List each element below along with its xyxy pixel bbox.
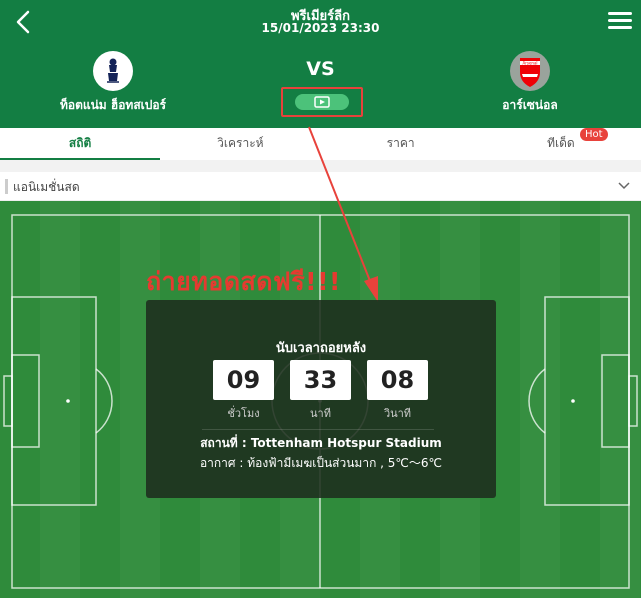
section-marker [5,179,8,194]
section-gap [0,160,641,172]
arsenal-logo-text: Arsenal [522,61,537,66]
match-datetime: 15/01/2023 23:30 [261,21,380,35]
countdown-title: นับเวลาถอยหลัง [275,341,367,356]
free-live-promo-text: ถ่ายทอดสดฟรี!!! [146,267,341,296]
minutes-label: นาที [310,407,331,420]
live-stream-highlight [281,87,363,117]
tab-stats[interactable]: สถิติ [0,128,161,160]
hamburger-menu-icon [608,12,632,29]
match-tabs: สถิติ วิเคราะห์ ราคา ทีเด็ด [0,128,641,160]
home-team-name: ท็อตแน่ม ฮ็อทสเปอร์ [59,98,167,112]
away-team-name: อาร์เซน่อล [502,98,558,112]
tab-odds[interactable]: ราคา [321,128,481,160]
countdown-hours: 09 [213,360,274,400]
venue-info: สถานที่ : Tottenham Hotspur Stadium [200,436,442,450]
away-team[interactable]: Arsenal อาร์เซน่อล [440,50,620,115]
hot-badge: Hot [580,128,608,141]
match-header: พรีเมียร์ลีก 15/01/2023 23:30 ท็อตแน่ม ฮ… [0,0,641,128]
tab-analysis[interactable]: วิเคราะห์ [160,128,320,160]
arsenal-crest-icon: Arsenal [509,50,551,92]
chevron-down-icon [618,182,630,190]
video-play-icon [314,96,330,108]
countdown-minutes: 33 [290,360,351,400]
live-stream-button[interactable] [295,94,349,110]
hours-label: ชั่วโมง [227,407,260,420]
countdown-card: นับเวลาถอยหลัง 09 33 08 ชั่วโมง นาที วิน… [146,300,496,498]
menu-button[interactable] [607,10,633,32]
weather-info: อากาศ : ท้องฟ้ามีเมฆเป็นส่วนมาก , 5℃～6℃ [199,456,443,470]
card-divider [202,429,434,430]
seconds-label: วินาที [383,407,412,420]
countdown-seconds: 08 [367,360,428,400]
live-animation-label: แอนิเมชั่นสด [13,180,80,194]
tab-tips[interactable]: ทีเด็ด [481,128,641,160]
live-animation-dropdown[interactable]: แอนิเมชั่นสด [0,172,641,201]
